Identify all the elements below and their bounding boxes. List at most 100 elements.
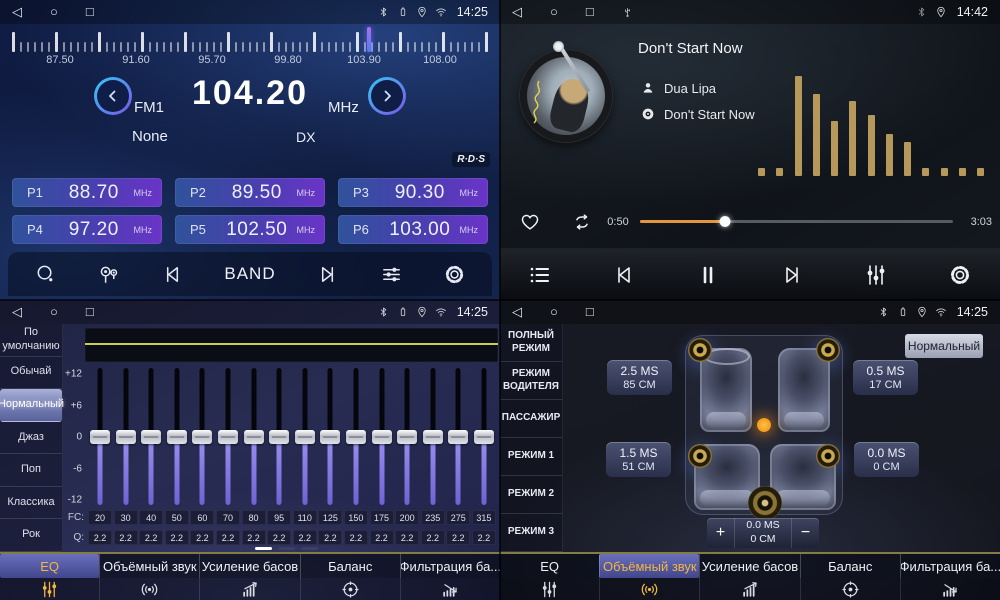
tab-surround-button[interactable] xyxy=(599,578,699,600)
progress-bar[interactable] xyxy=(640,220,953,223)
eq-preset-item[interactable]: По умолчанию xyxy=(0,324,62,357)
eq-preset-item[interactable]: Поп xyxy=(0,454,62,487)
tab-bass-boost-button[interactable] xyxy=(699,578,799,600)
page-dash[interactable] xyxy=(278,547,295,550)
slider-handle[interactable] xyxy=(448,430,468,444)
slider-handle[interactable] xyxy=(90,430,110,444)
page-dash[interactable] xyxy=(301,547,318,550)
frequency-scale[interactable] xyxy=(12,30,488,52)
nav-recents-icon[interactable]: □ xyxy=(86,0,94,24)
slider-handle[interactable] xyxy=(167,430,187,444)
previous-station-icon[interactable] xyxy=(161,263,184,286)
nav-recents-icon[interactable]: □ xyxy=(586,300,594,324)
eq-band-slider[interactable] xyxy=(446,368,470,505)
surround-mode-item[interactable]: ПАССАЖИР xyxy=(500,400,562,438)
slider-handle[interactable] xyxy=(116,430,136,444)
delay-increase-button[interactable]: + xyxy=(707,518,734,548)
preset-button-p5[interactable]: P5102.50MHz xyxy=(175,215,325,244)
tab-filter-button[interactable] xyxy=(900,578,1000,600)
preset-button-p3[interactable]: P390.30MHz xyxy=(338,178,488,207)
seek-down-button[interactable] xyxy=(94,77,132,115)
delay-decrease-button[interactable]: − xyxy=(792,518,819,548)
slider-handle[interactable] xyxy=(295,430,315,444)
eq-band-slider[interactable] xyxy=(344,368,368,505)
delay-rear-left-button[interactable]: 1.5 MS 51 CM xyxy=(606,442,671,477)
eq-preset-item[interactable]: Джаз xyxy=(0,422,62,455)
listening-position-dot[interactable] xyxy=(757,418,771,432)
repeat-icon[interactable] xyxy=(571,211,593,233)
band-button[interactable]: BAND xyxy=(224,264,275,284)
surround-mode-item[interactable]: ПОЛНЫЙ РЕЖИМ xyxy=(500,324,562,362)
eq-preset-item[interactable]: Обычай xyxy=(0,357,62,390)
slider-handle[interactable] xyxy=(320,430,340,444)
pause-icon[interactable] xyxy=(696,263,720,287)
eq-band-slider[interactable] xyxy=(318,368,342,505)
surround-mode-item[interactable]: РЕЖИМ 3 xyxy=(500,514,562,552)
favorite-heart-icon[interactable] xyxy=(519,211,541,233)
settings-gear-icon[interactable] xyxy=(443,263,466,286)
tab-balance[interactable]: Баланс xyxy=(300,554,400,578)
broadcast-antenna-icon[interactable] xyxy=(97,263,120,286)
tab-eq-sliders[interactable]: EQ xyxy=(0,554,99,578)
tab-surround[interactable]: Объёмный звук xyxy=(99,554,199,578)
slider-handle[interactable] xyxy=(218,430,238,444)
preset-button-p1[interactable]: P188.70MHz xyxy=(12,178,162,207)
nav-back-icon[interactable]: ◁ xyxy=(512,0,522,24)
progress-knob[interactable] xyxy=(719,216,730,227)
delay-rear-right-button[interactable]: 0.0 MS 0 CM xyxy=(854,442,919,477)
tab-filter-button[interactable] xyxy=(400,578,500,600)
slider-handle[interactable] xyxy=(372,430,392,444)
tab-surround-button[interactable] xyxy=(99,578,199,600)
nav-recents-icon[interactable]: □ xyxy=(86,300,94,324)
tab-filter[interactable]: Фильтрация ба... xyxy=(900,554,1000,578)
nav-home-icon[interactable]: ○ xyxy=(50,0,58,24)
eq-band-slider[interactable] xyxy=(395,368,419,505)
tab-bass-boost-button[interactable] xyxy=(199,578,299,600)
eq-band-slider[interactable] xyxy=(370,368,394,505)
surround-mode-item[interactable]: РЕЖИМ 2 xyxy=(500,476,562,514)
tab-surround[interactable]: Объёмный звук xyxy=(599,554,699,578)
tab-balance[interactable]: Баланс xyxy=(800,554,900,578)
delay-front-right-button[interactable]: 0.5 MS 17 CM xyxy=(853,360,918,395)
tab-filter[interactable]: Фильтрация ба... xyxy=(400,554,500,578)
tab-balance-button[interactable] xyxy=(800,578,900,600)
tab-eq-sliders-button[interactable] xyxy=(0,578,99,600)
tab-eq-sliders-button[interactable] xyxy=(500,578,599,600)
eq-band-slider[interactable] xyxy=(88,368,112,505)
eq-band-slider[interactable] xyxy=(293,368,317,505)
tune-sliders-icon[interactable] xyxy=(380,263,403,286)
eq-band-slider[interactable] xyxy=(267,368,291,505)
eq-preset-item[interactable]: Нормальный xyxy=(0,389,62,422)
slider-handle[interactable] xyxy=(474,430,494,444)
eq-band-slider[interactable] xyxy=(242,368,266,505)
eq-band-slider[interactable] xyxy=(139,368,163,505)
tab-bass-boost[interactable]: Усиление басов xyxy=(699,554,799,578)
preset-button-p4[interactable]: P497.20MHz xyxy=(12,215,162,244)
slider-handle[interactable] xyxy=(141,430,161,444)
nav-recents-icon[interactable]: □ xyxy=(586,0,594,24)
equalizer-icon[interactable] xyxy=(864,263,888,287)
nav-back-icon[interactable]: ◁ xyxy=(12,300,22,324)
settings-gear-icon[interactable] xyxy=(948,263,972,287)
tab-bass-boost[interactable]: Усиление басов xyxy=(199,554,299,578)
slider-handle[interactable] xyxy=(244,430,264,444)
nav-home-icon[interactable]: ○ xyxy=(550,0,558,24)
normal-preset-button[interactable]: Нормальный xyxy=(905,334,983,358)
slider-handle[interactable] xyxy=(346,430,366,444)
eq-band-slider[interactable] xyxy=(190,368,214,505)
playlist-icon[interactable] xyxy=(528,263,552,287)
eq-preset-item[interactable]: Рок xyxy=(0,519,62,552)
seek-up-button[interactable] xyxy=(368,77,406,115)
scan-search-icon[interactable] xyxy=(34,263,57,286)
tab-eq-sliders[interactable]: EQ xyxy=(500,554,599,578)
slider-handle[interactable] xyxy=(269,430,289,444)
eq-preset-item[interactable]: Классика xyxy=(0,487,62,520)
eq-page-indicator[interactable] xyxy=(255,547,318,550)
surround-mode-item[interactable]: РЕЖИМ ВОДИТЕЛЯ xyxy=(500,362,562,400)
tab-balance-button[interactable] xyxy=(300,578,400,600)
nav-home-icon[interactable]: ○ xyxy=(50,300,58,324)
eq-band-slider[interactable] xyxy=(216,368,240,505)
eq-band-slider[interactable] xyxy=(114,368,138,505)
next-track-icon[interactable] xyxy=(780,263,804,287)
next-station-icon[interactable] xyxy=(316,263,339,286)
